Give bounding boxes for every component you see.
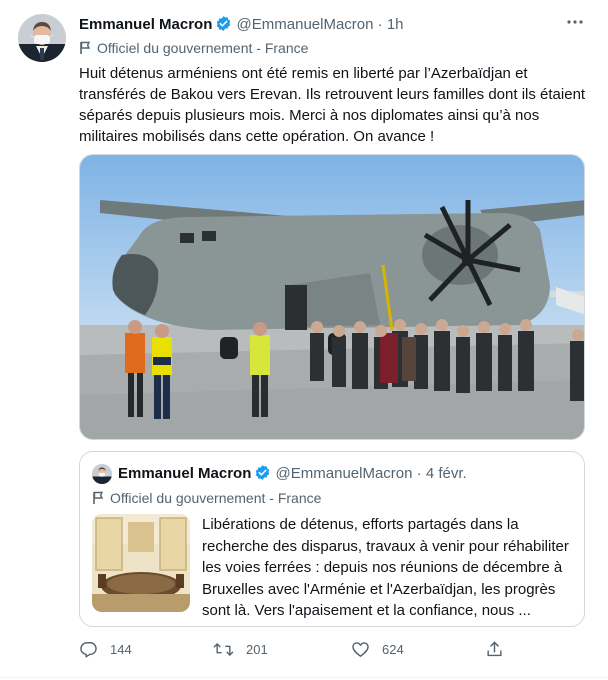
like-icon xyxy=(351,640,370,659)
government-label-text: Officiel du gouvernement - France xyxy=(97,40,309,56)
quoted-tweet-header: Emmanuel Macron @EmmanuelMacron · 4 févr… xyxy=(118,464,467,485)
quoted-timestamp: 4 févr. xyxy=(425,465,467,482)
quoted-author-avatar xyxy=(92,464,112,484)
like-button[interactable]: 624 xyxy=(351,636,404,662)
tweet-photo[interactable] xyxy=(79,154,585,440)
quoted-tweet-text: Libérations de détenus, efforts partagés… xyxy=(202,516,569,619)
quoted-tweet[interactable]: Emmanuel Macron @EmmanuelMacron · 4 févr… xyxy=(79,451,585,627)
reply-count: 144 xyxy=(110,641,132,657)
tweet-timestamp[interactable]: 1h xyxy=(387,16,404,33)
verified-badge-icon xyxy=(254,464,271,485)
government-flag-icon xyxy=(79,41,92,58)
tweet-header: Emmanuel Macron @EmmanuelMacron · 1h xyxy=(79,15,549,35)
tweet-divider xyxy=(0,677,608,678)
author-handle[interactable]: @EmmanuelMacron xyxy=(237,16,374,33)
share-button[interactable] xyxy=(485,636,504,662)
quoted-government-label: Officiel du gouvernement - France xyxy=(92,490,321,508)
reply-icon xyxy=(79,640,98,659)
author-name[interactable]: Emmanuel Macron xyxy=(79,16,212,33)
quoted-government-label-text: Officiel du gouvernement - France xyxy=(110,490,322,506)
share-icon xyxy=(485,640,504,659)
reply-button[interactable]: 144 xyxy=(79,636,132,662)
quoted-author-name: Emmanuel Macron xyxy=(118,465,252,482)
like-count: 624 xyxy=(382,641,404,657)
author-avatar[interactable] xyxy=(18,14,66,62)
more-options-icon[interactable] xyxy=(563,12,587,32)
government-label: Officiel du gouvernement - France xyxy=(79,40,308,58)
quoted-author-handle: @EmmanuelMacron xyxy=(275,465,413,482)
retweet-icon xyxy=(213,640,234,659)
retweet-button[interactable]: 201 xyxy=(213,636,268,662)
verified-badge-icon xyxy=(215,15,232,36)
quoted-tweet-thumbnail xyxy=(92,514,190,612)
header-separator: · xyxy=(377,16,383,33)
retweet-count: 201 xyxy=(246,641,268,657)
quoted-header-separator: · xyxy=(416,465,422,482)
government-flag-icon xyxy=(92,491,105,508)
tweet-actions: 144 201 624 xyxy=(79,636,587,662)
tweet[interactable]: Emmanuel Macron @EmmanuelMacron · 1h Off… xyxy=(0,0,608,680)
tweet-text: Huit détenus arméniens ont été remis en … xyxy=(79,65,586,145)
